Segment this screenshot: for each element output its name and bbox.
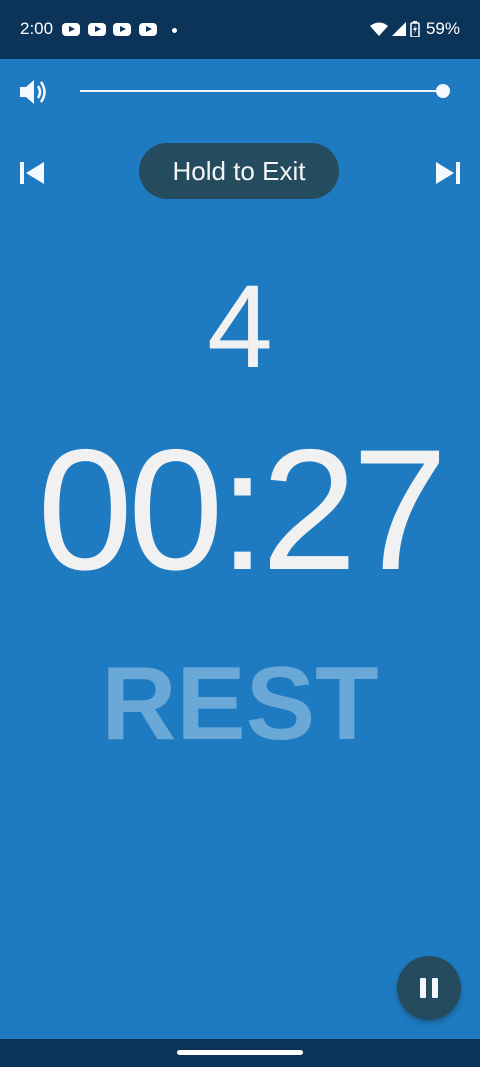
youtube-notification-icon	[113, 23, 131, 36]
battery-percentage: 59%	[425, 19, 460, 38]
volume-icon[interactable]	[18, 77, 48, 107]
system-icons: 59%	[369, 19, 460, 39]
volume-control	[0, 72, 480, 112]
home-indicator[interactable]	[177, 1050, 303, 1055]
youtube-notification-icon	[88, 23, 106, 36]
wifi-icon	[369, 22, 388, 36]
countdown-timer: 00:27	[37, 414, 447, 606]
volume-slider-thumb[interactable]	[436, 84, 450, 98]
more-notifications-dot	[172, 28, 177, 33]
status-bar: 2:00 59%	[0, 0, 480, 59]
pause-button[interactable]	[397, 956, 461, 1020]
skip-previous-icon[interactable]	[18, 160, 46, 186]
navigation-bar	[0, 1039, 480, 1067]
skip-next-icon[interactable]	[434, 160, 462, 186]
status-time: 2:00	[20, 19, 54, 38]
youtube-notification-icon	[62, 23, 80, 36]
volume-slider[interactable]	[80, 84, 450, 98]
youtube-notification-icon	[139, 23, 157, 36]
signal-icon	[391, 22, 406, 36]
pause-icon	[420, 978, 438, 998]
hold-to-exit-button[interactable]: Hold to Exit	[139, 143, 339, 199]
battery-charging-icon	[410, 21, 420, 37]
phase-label: REST	[101, 646, 379, 762]
round-number: 4	[207, 261, 273, 393]
